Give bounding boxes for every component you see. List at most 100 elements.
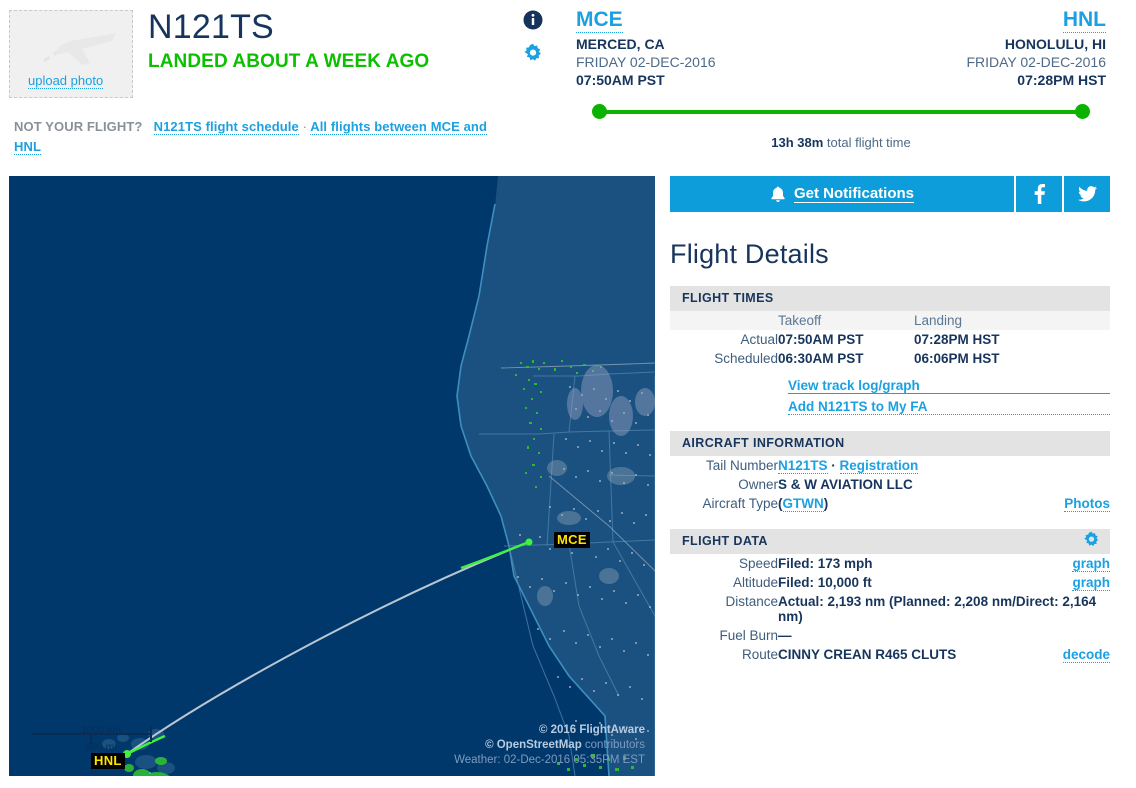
- bell-icon: [771, 186, 785, 202]
- not-your-flight-label: NOT YOUR FLIGHT?: [14, 119, 143, 134]
- upload-photo-link[interactable]: upload photo: [28, 73, 104, 89]
- flight-progress-bar: [592, 104, 1090, 120]
- fuel-burn-value: —: [778, 628, 792, 643]
- upload-photo-box[interactable]: upload photo: [9, 10, 133, 98]
- attribution-osm: © OpenStreetMap: [485, 739, 582, 751]
- destination-time: 07:28PM HST: [1017, 72, 1106, 88]
- altitude-graph-link[interactable]: graph: [1072, 575, 1110, 591]
- table-row: Route CINNY CREAN R465 CLUTS decode: [670, 645, 1110, 664]
- origin-map-dot: [525, 538, 533, 546]
- airplane-placeholder-icon: [43, 33, 116, 65]
- scale-mi-label: 500 mi: [85, 741, 117, 753]
- speed-value: Filed: 173 mph: [778, 556, 873, 571]
- tail-number-link[interactable]: N121TS: [778, 458, 828, 474]
- progress-dot-origin: [592, 104, 607, 119]
- distance-value: Actual: 2,193 nm (Planned: 2,208 nm/Dire…: [778, 594, 1097, 624]
- table-row: Fuel Burn —: [670, 626, 1110, 645]
- section-header-flight-data: FLIGHT DATA: [670, 529, 1110, 554]
- total-flight-time-label: total flight time: [823, 135, 911, 150]
- row-label-aircraft-type: Aircraft Type: [702, 496, 778, 511]
- gear-icon[interactable]: [523, 43, 553, 68]
- col-landing: Landing: [914, 313, 963, 328]
- tail-sep: ·: [827, 458, 840, 473]
- tail-number-value: N121TS · Registration: [778, 456, 1110, 475]
- facebook-share-button[interactable]: [1014, 176, 1062, 212]
- panel-title: Flight Details: [670, 239, 829, 269]
- info-icon[interactable]: [523, 10, 553, 35]
- row-label-owner: Owner: [738, 477, 778, 492]
- destination-block: HNL HONOLULU, HI FRIDAY 02-DEC-2016 07:2…: [966, 8, 1106, 89]
- registration-link[interactable]: Registration: [839, 458, 919, 474]
- flight-times-heading: FLIGHT TIMES: [682, 291, 774, 305]
- aircraft-type-link[interactable]: GTWN: [782, 496, 824, 512]
- add-to-my-fa-link[interactable]: Add N121TS to My FA: [788, 399, 1110, 415]
- route-decode-link[interactable]: decode: [1062, 647, 1110, 663]
- row-label-tail-number: Tail Number: [705, 458, 778, 473]
- table-row: Altitude Filed: 10,000 ft graph: [670, 573, 1110, 592]
- flight-times-links: View track log/graph Add N121TS to My FA: [670, 378, 1110, 415]
- table-row: Owner S & W AVIATION LLC: [670, 475, 1110, 494]
- row-label-distance: Distance: [725, 594, 778, 609]
- photos-link[interactable]: Photos: [1064, 496, 1110, 512]
- flight-details-panel: Get Notifications Flight Details FLIGHT …: [670, 176, 1110, 664]
- map-label-origin: MCE: [554, 532, 590, 548]
- attribution-osm-suffix: contributors: [581, 739, 645, 751]
- speed-graph-link[interactable]: graph: [1072, 556, 1110, 572]
- flight-data-gear-icon[interactable]: [1083, 531, 1100, 551]
- page-title: N121TS: [148, 8, 274, 46]
- flight-data-table: Speed Filed: 173 mph graph Altitude File…: [670, 554, 1110, 664]
- flight-schedule-link[interactable]: N121TS flight schedule: [153, 119, 299, 135]
- weather-timestamp: Weather: 02-Dec-2016 05:35PM EST: [454, 754, 645, 766]
- table-row: Distance Actual: 2,193 nm (Planned: 2,20…: [670, 592, 1110, 626]
- destination-code-link[interactable]: HNL: [1062, 8, 1106, 33]
- origin-date: FRIDAY 02-DEC-2016: [576, 54, 716, 70]
- table-row: Aircraft Type (GTWN) Photos: [670, 494, 1110, 513]
- origin-block: MCE MERCED, CA FRIDAY 02-DEC-2016 07:50A…: [576, 8, 716, 89]
- owner-value: S & W AVIATION LLC: [778, 477, 913, 492]
- aircraft-type-value: (GTWN): [778, 496, 829, 512]
- get-notifications-label: Get Notifications: [793, 185, 914, 203]
- aircraft-information-table: Tail Number N121TS · Registration Owner …: [670, 456, 1110, 513]
- scale-km-label: 1000 km: [80, 724, 122, 736]
- row-label-route: Route: [741, 647, 778, 662]
- origin-city: MERCED, CA: [576, 36, 665, 52]
- row-label-altitude: Altitude: [732, 575, 778, 590]
- col-blank: [670, 311, 778, 330]
- view-track-log-link[interactable]: View track log/graph: [788, 378, 1110, 394]
- table-row: Actual 07:50AM PST 07:28PM HST: [670, 330, 1110, 349]
- table-row: Scheduled 06:30AM PST 06:06PM HST: [670, 349, 1110, 368]
- facebook-icon: [1034, 184, 1045, 204]
- speed-graph-cell: graph: [1040, 554, 1110, 573]
- total-flight-time-value: 13h 38m: [771, 135, 824, 150]
- destination-date: FRIDAY 02-DEC-2016: [966, 54, 1106, 70]
- destination-city: HONOLULU, HI: [1004, 36, 1106, 52]
- actual-landing: 07:28PM HST: [914, 332, 1000, 347]
- flight-times-table: Takeoff Landing Actual 07:50AM PST 07:28…: [670, 311, 1110, 368]
- notification-bar: Get Notifications: [670, 176, 1110, 212]
- map-graphics: [31, 176, 655, 776]
- progress-line: [599, 110, 1083, 114]
- flight-data-heading: FLIGHT DATA: [682, 534, 768, 548]
- route-decode-cell: decode: [1040, 645, 1110, 664]
- not-your-flight: NOT YOUR FLIGHT? N121TS flight schedule …: [14, 117, 514, 157]
- altitude-value: Filed: 10,000 ft: [778, 575, 872, 590]
- origin-code-link[interactable]: MCE: [576, 8, 623, 33]
- header-icon-group: [523, 10, 553, 76]
- table-row: Tail Number N121TS · Registration: [670, 456, 1110, 475]
- twitter-share-button[interactable]: [1062, 176, 1110, 212]
- row-label-speed: Speed: [738, 556, 778, 571]
- route-value: CINNY CREAN R465 CLUTS: [778, 647, 957, 662]
- get-notifications-button[interactable]: Get Notifications: [670, 176, 1014, 212]
- row-label-scheduled: Scheduled: [714, 351, 778, 366]
- total-flight-time: 13h 38m total flight time: [576, 135, 1106, 150]
- origin-time: 07:50AM PST: [576, 72, 665, 88]
- aircraft-photos-cell: Photos: [1040, 494, 1110, 513]
- aircraft-information-heading: AIRCRAFT INFORMATION: [682, 436, 845, 450]
- flight-status: LANDED ABOUT A WEEK AGO: [148, 51, 430, 72]
- section-header-aircraft-information: AIRCRAFT INFORMATION: [670, 431, 1110, 456]
- section-header-flight-times: FLIGHT TIMES: [670, 286, 1110, 311]
- map-attribution: © 2016 FlightAware © OpenStreetMap contr…: [454, 723, 645, 768]
- col-takeoff: Takeoff: [778, 313, 822, 328]
- table-row: Speed Filed: 173 mph graph: [670, 554, 1110, 573]
- flight-map[interactable]: MCE HNL 1000 km 500 mi © 2016 FlightAwar…: [9, 176, 655, 776]
